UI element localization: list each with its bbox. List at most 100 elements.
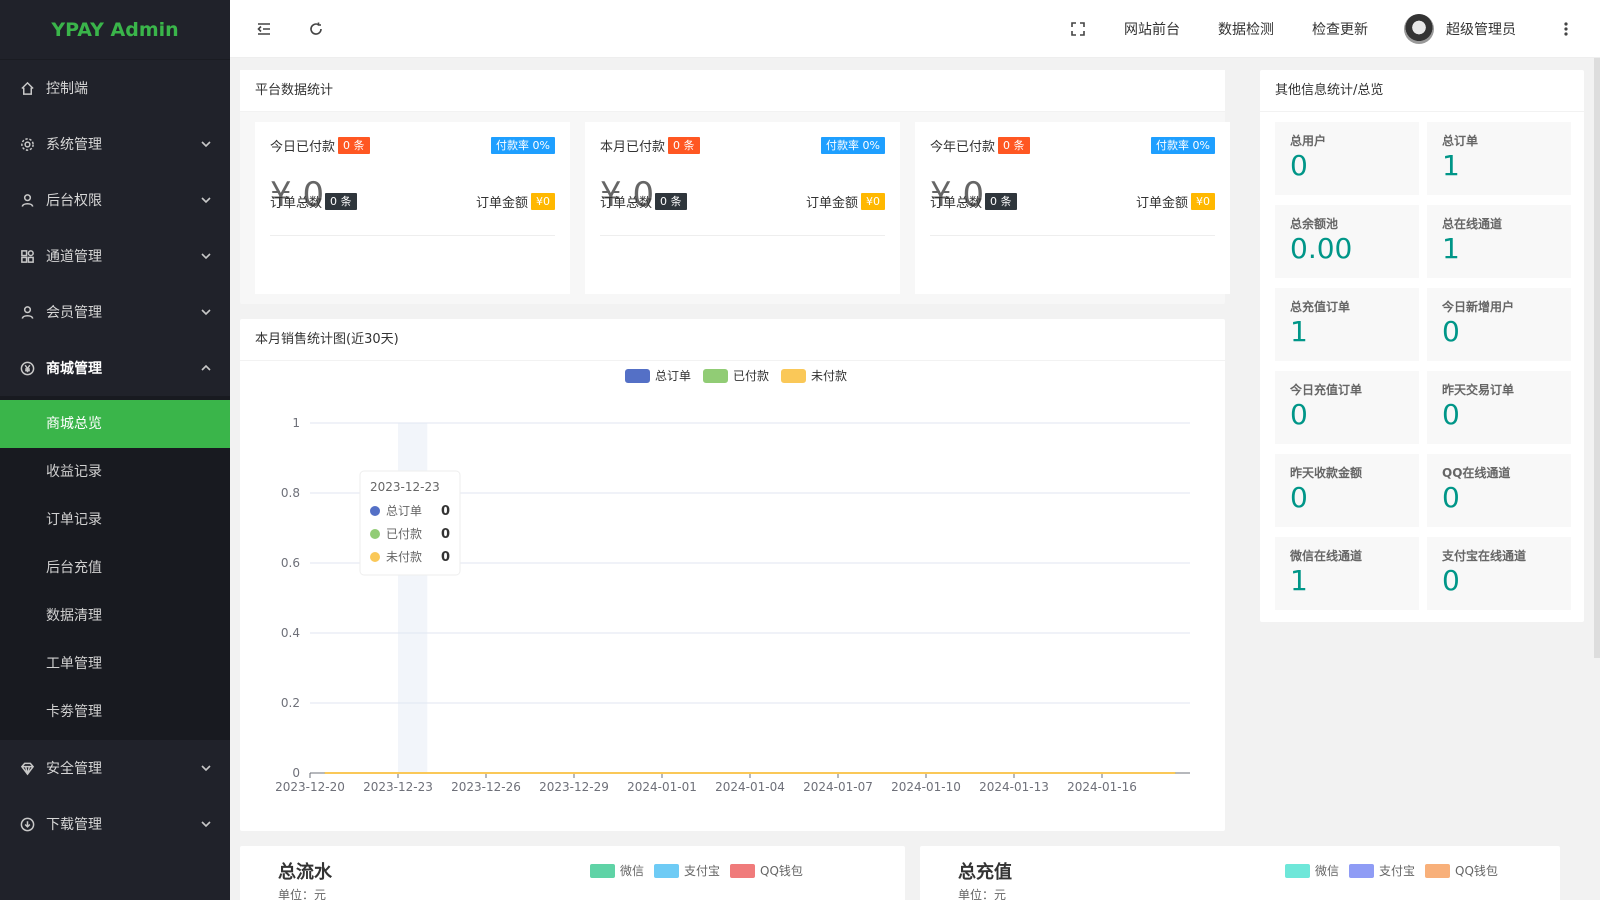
- orders-label: 订单总数: [930, 196, 983, 211]
- legend-label: 支付宝: [1379, 864, 1416, 878]
- diamond-icon: [18, 759, 36, 777]
- check-update-link[interactable]: 检查更新: [1312, 19, 1368, 39]
- legend-label: 未付款: [811, 369, 847, 383]
- stat-cell: 昨天收款金额 0: [1275, 454, 1419, 527]
- legend-swatch[interactable]: [590, 863, 615, 878]
- orders-badge: 0 条: [985, 193, 1017, 210]
- money-label: 订单金额: [1135, 196, 1188, 211]
- stat-cell-label: 今日充值订单: [1290, 383, 1363, 397]
- legend-swatch[interactable]: [654, 863, 680, 878]
- stat-cell: 微信在线通道 1: [1275, 537, 1419, 610]
- home-icon: [18, 79, 36, 97]
- chevron-down-icon: [200, 194, 212, 206]
- tooltip-marker: [370, 506, 380, 516]
- submenu-item-mall-overview[interactable]: 商城总览: [0, 400, 230, 448]
- sidebar-item-admin-permission[interactable]: 后台权限: [0, 172, 230, 228]
- legend-swatch[interactable]: [1285, 863, 1310, 878]
- stat-cell-label: 昨天交易订单: [1442, 383, 1515, 397]
- tooltip-value: 0: [441, 550, 450, 565]
- stat-cell-value: 0: [1442, 315, 1460, 348]
- sidebar-item-member[interactable]: 会员管理: [0, 284, 230, 340]
- sidebar-item-download[interactable]: 下载管理: [0, 796, 230, 852]
- legend-label: QQ钱包: [1455, 864, 1498, 878]
- stat-cell-value: 0: [1442, 398, 1460, 431]
- legend-swatch[interactable]: [1349, 863, 1375, 878]
- legend-swatch: [625, 369, 650, 383]
- sidebar-item-system[interactable]: 系统管理: [0, 116, 230, 172]
- legend-swatch[interactable]: [1425, 863, 1451, 878]
- tooltip-value: 0: [441, 527, 450, 542]
- unit-label: 单位：元: [278, 888, 327, 900]
- sales-line-chart[interactable]: 总订单 已付款 未付款00.20.40.60.812023-12-20 2023-12…: [240, 361, 1225, 831]
- more-vertical-icon[interactable]: [1558, 21, 1574, 37]
- menu-toggle-icon[interactable]: [256, 21, 272, 37]
- stat-cell-value: 1: [1442, 149, 1460, 182]
- legend-label: 已付款: [733, 369, 769, 383]
- stat-cell: 总余额池 0.00: [1275, 205, 1419, 278]
- site-frontend-link[interactable]: 网站前台: [1124, 19, 1180, 39]
- gear-icon: [18, 135, 36, 153]
- app-logo[interactable]: YPAY Admin: [0, 0, 230, 60]
- apps-icon: [18, 247, 36, 265]
- sidebar-item-label: 控制端: [46, 81, 88, 97]
- tooltip-series-name: 已付款: [386, 527, 422, 541]
- tooltip-marker: [370, 552, 380, 562]
- legend-label: 总订单: [655, 369, 691, 383]
- submenu-item-order-records[interactable]: 订单记录: [0, 496, 230, 544]
- stat-cell-label: 总用户: [1290, 134, 1327, 148]
- submenu-item-ticket-management[interactable]: 工单管理: [0, 640, 230, 688]
- sidebar-item-console[interactable]: 控制端: [0, 60, 230, 116]
- legend-label: QQ钱包: [760, 864, 803, 878]
- submenu-item-admin-recharge[interactable]: 后台充值: [0, 544, 230, 592]
- stat-cell-value: 1: [1290, 564, 1308, 597]
- user-icon: [18, 191, 36, 209]
- stat-cell: 总用户 0: [1275, 122, 1419, 195]
- total-recharge-panel: 总充值 单位：元 微信 支付宝 QQ钱包: [920, 846, 1560, 900]
- y-tick-label: 0.2: [281, 696, 300, 710]
- page-scrollbar[interactable]: [1594, 58, 1600, 658]
- platform-stats-panel: 平台数据统计 今日已付款 0 条 付款率 0% ¥ 0 订单总数 0 条 订单金…: [240, 70, 1230, 304]
- sidebar-item-mall[interactable]: 商城管理: [0, 340, 230, 396]
- submenu-item-coupon-management[interactable]: 卡劵管理: [0, 688, 230, 736]
- chevron-down-icon: [200, 138, 212, 150]
- user-name[interactable]: 超级管理员: [1446, 19, 1516, 39]
- stat-cell-label: 总在线通道: [1442, 217, 1503, 231]
- chevron-down-icon: [200, 762, 212, 774]
- tooltip-series-name: 总订单: [386, 504, 422, 518]
- stat-cell: 总在线通道 1: [1427, 205, 1571, 278]
- stat-cell-value: 0: [1442, 564, 1460, 597]
- submenu-item-income-records[interactable]: 收益记录: [0, 448, 230, 496]
- fullscreen-icon[interactable]: [1070, 21, 1086, 37]
- unit-label: 单位：元: [958, 888, 1007, 900]
- stat-cell-value: 0: [1290, 149, 1308, 182]
- legend-swatch: [703, 369, 728, 383]
- sidebar-item-label: 会员管理: [46, 305, 102, 321]
- legend-label: 支付宝: [684, 864, 721, 878]
- paid-count-badge: 0 条: [668, 137, 700, 154]
- orders-label: 订单总数: [270, 196, 323, 211]
- stat-cell: 总订单 1: [1427, 122, 1571, 195]
- avatar[interactable]: [1404, 13, 1434, 44]
- sidebar-item-channel[interactable]: 通道管理: [0, 228, 230, 284]
- refresh-icon[interactable]: [308, 21, 324, 37]
- panel-title: 其他信息统计/总览: [1260, 70, 1584, 112]
- stat-cell-label: 昨天收款金额: [1290, 466, 1363, 480]
- paid-count-badge: 0 条: [338, 137, 370, 154]
- stat-cell-value: 0: [1442, 481, 1460, 514]
- stat-cell-label: 微信在线通道: [1290, 549, 1363, 563]
- pay-rate-badge: 付款率 0%: [1151, 137, 1215, 154]
- stat-cell-value: 0: [1290, 481, 1308, 514]
- legend-swatch[interactable]: [730, 863, 756, 878]
- x-tick-label: 2024-01-01: [627, 780, 697, 794]
- money-badge: ¥0: [531, 193, 555, 210]
- top-header: 网站前台 数据检测 检查更新 超级管理员: [230, 0, 1600, 58]
- money-label: 订单金额: [475, 196, 528, 211]
- submenu-item-data-cleanup[interactable]: 数据清理: [0, 592, 230, 640]
- data-check-link[interactable]: 数据检测: [1218, 19, 1274, 39]
- total-flow-panel: 总流水 单位：元 微信 支付宝 QQ钱包: [240, 846, 905, 900]
- paid-count-badge: 0 条: [998, 137, 1030, 154]
- sidebar-item-security[interactable]: 安全管理: [0, 740, 230, 796]
- sidebar-item-label: 后台权限: [46, 193, 102, 209]
- chevron-down-icon: [200, 306, 212, 318]
- panel-heading: 总流水: [278, 862, 332, 883]
